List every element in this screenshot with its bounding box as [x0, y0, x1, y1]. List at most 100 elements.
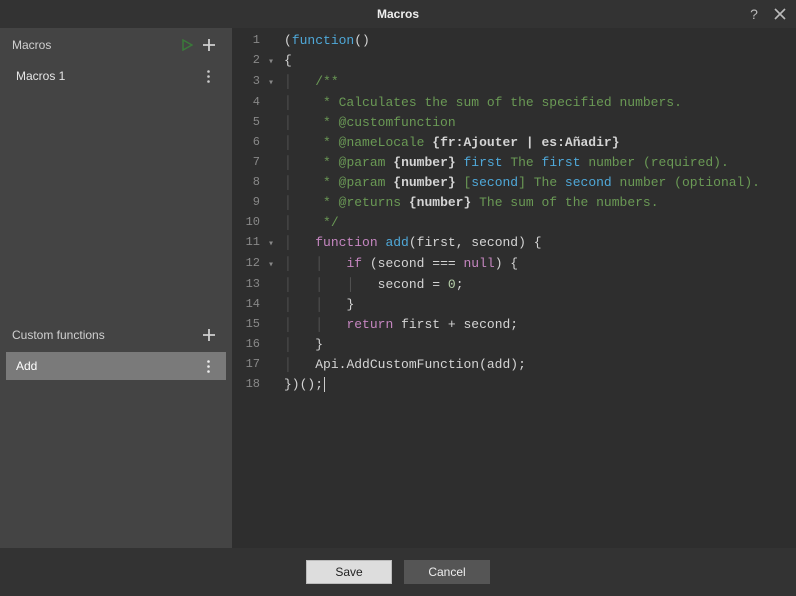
line-number: 12	[232, 254, 268, 273]
code-line: 6│ * @nameLocale {fr:Ajouter | es:Añadir…	[232, 133, 796, 153]
list-item-label: Add	[16, 359, 200, 373]
macros-label: Macros	[12, 38, 176, 52]
fold-icon	[268, 335, 278, 337]
sidebar: Macros Macros 1	[0, 28, 232, 548]
add-macro-icon[interactable]	[198, 34, 220, 56]
fold-icon	[268, 173, 278, 175]
code-line: 8 │ * @param {number} [second] The second…	[232, 173, 796, 193]
add-function-icon[interactable]	[198, 324, 220, 346]
line-number: 1	[232, 31, 268, 50]
code-line: 13 │ │ │ second = 0;	[232, 275, 796, 295]
macros-item[interactable]: Macros 1	[6, 62, 226, 90]
code-text: │ function add(first, second) {	[278, 233, 542, 252]
macros-section: Macros Macros 1	[0, 28, 232, 318]
code-text: })();	[278, 375, 325, 394]
cancel-button[interactable]: Cancel	[404, 560, 490, 584]
fold-icon	[268, 213, 278, 215]
dialog-title: Macros	[0, 7, 796, 21]
code-line: 5 │ * @customfunction	[232, 113, 796, 133]
code-line: 3▾│ /**	[232, 72, 796, 93]
fold-icon[interactable]: ▾	[268, 233, 278, 254]
code-text: │ │ │ second = 0;	[278, 275, 464, 294]
code-text: │ */	[278, 213, 339, 232]
fold-icon	[268, 113, 278, 115]
line-number: 3	[232, 72, 268, 91]
run-icon[interactable]	[176, 34, 198, 56]
custom-functions-label: Custom functions	[12, 328, 198, 342]
list-item-label: Macros 1	[16, 69, 200, 83]
code-line: 12▾│ │ if (second === null) {	[232, 254, 796, 275]
fold-icon	[268, 315, 278, 317]
line-number: 9	[232, 193, 268, 212]
fold-icon	[268, 355, 278, 357]
code-text: │ * @param {number} [second] The second …	[278, 173, 760, 192]
kebab-icon[interactable]	[200, 68, 216, 84]
fold-icon	[268, 133, 278, 135]
line-number: 4	[232, 93, 268, 112]
line-number: 5	[232, 113, 268, 132]
code-text: │ * Calculates the sum of the specified …	[278, 93, 682, 112]
kebab-icon[interactable]	[200, 358, 216, 374]
code-text: │ │ if (second === null) {	[278, 254, 518, 273]
code-text: │ * @nameLocale {fr:Ajouter | es:Añadir}	[278, 133, 620, 152]
fold-icon[interactable]: ▾	[268, 51, 278, 72]
help-icon[interactable]: ?	[746, 6, 762, 22]
fold-icon	[268, 193, 278, 195]
code-text: │ │ }	[278, 295, 354, 314]
code-text: │ * @param {number} first The first numb…	[278, 153, 729, 172]
line-number: 2	[232, 51, 268, 70]
code-line: 18 })();	[232, 375, 796, 395]
close-icon[interactable]	[772, 6, 788, 22]
code-line: 9 │ * @returns {number} The sum of the nu…	[232, 193, 796, 213]
fold-icon[interactable]: ▾	[268, 72, 278, 93]
code-line: 14 │ │ }	[232, 295, 796, 315]
fold-icon	[268, 275, 278, 277]
fold-icon	[268, 153, 278, 155]
dialog-footer: Save Cancel	[0, 548, 796, 596]
fold-icon	[268, 295, 278, 297]
code-text: │ * @returns {number} The sum of the num…	[278, 193, 659, 212]
code-editor[interactable]: 1(function()2▾{3▾│ /**4│ * Calculates th…	[232, 28, 796, 548]
code-line: 10 │ */	[232, 213, 796, 233]
titlebar-controls: ?	[746, 0, 788, 28]
code-lines: 1(function()2▾{3▾│ /**4│ * Calculates th…	[232, 28, 796, 395]
line-number: 13	[232, 275, 268, 294]
line-number: 15	[232, 315, 268, 334]
fold-icon	[268, 375, 278, 377]
code-line: 17 │ Api.AddCustomFunction(add);	[232, 355, 796, 375]
macros-dialog: Macros ? Macros	[0, 0, 796, 596]
code-text: │ /**	[278, 72, 339, 91]
code-text: │ * @customfunction	[278, 113, 456, 132]
line-number: 10	[232, 213, 268, 232]
line-number: 8	[232, 173, 268, 192]
titlebar: Macros ?	[0, 0, 796, 28]
code-line: 1 (function()	[232, 31, 796, 51]
custom-functions-list: Add	[0, 352, 232, 380]
fold-icon	[268, 31, 278, 33]
macros-header: Macros	[0, 28, 232, 62]
code-text: │ }	[278, 335, 323, 354]
save-button[interactable]: Save	[306, 560, 392, 584]
fold-icon	[268, 93, 278, 95]
fold-icon[interactable]: ▾	[268, 254, 278, 275]
custom-function-item[interactable]: Add	[6, 352, 226, 380]
code-text: (function()	[278, 31, 370, 50]
custom-functions-section: Custom functions Add	[0, 318, 232, 380]
code-line: 4 │ * Calculates the sum of the specified…	[232, 93, 796, 113]
line-number: 18	[232, 375, 268, 394]
dialog-body: Macros Macros 1	[0, 28, 796, 548]
code-line: 16 │ }	[232, 335, 796, 355]
line-number: 14	[232, 295, 268, 314]
line-number: 7	[232, 153, 268, 172]
code-line: 15 │ │ return first + second;	[232, 315, 796, 335]
code-line: 2▾{	[232, 51, 796, 72]
macros-list: Macros 1	[0, 62, 232, 90]
line-number: 11	[232, 233, 268, 252]
code-text: │ │ return first + second;	[278, 315, 518, 334]
custom-functions-header: Custom functions	[0, 318, 232, 352]
code-text: │ Api.AddCustomFunction(add);	[278, 355, 526, 374]
line-number: 16	[232, 335, 268, 354]
code-line: 7 │ * @param {number} first The first num…	[232, 153, 796, 173]
code-text: {	[278, 51, 292, 70]
line-number: 17	[232, 355, 268, 374]
